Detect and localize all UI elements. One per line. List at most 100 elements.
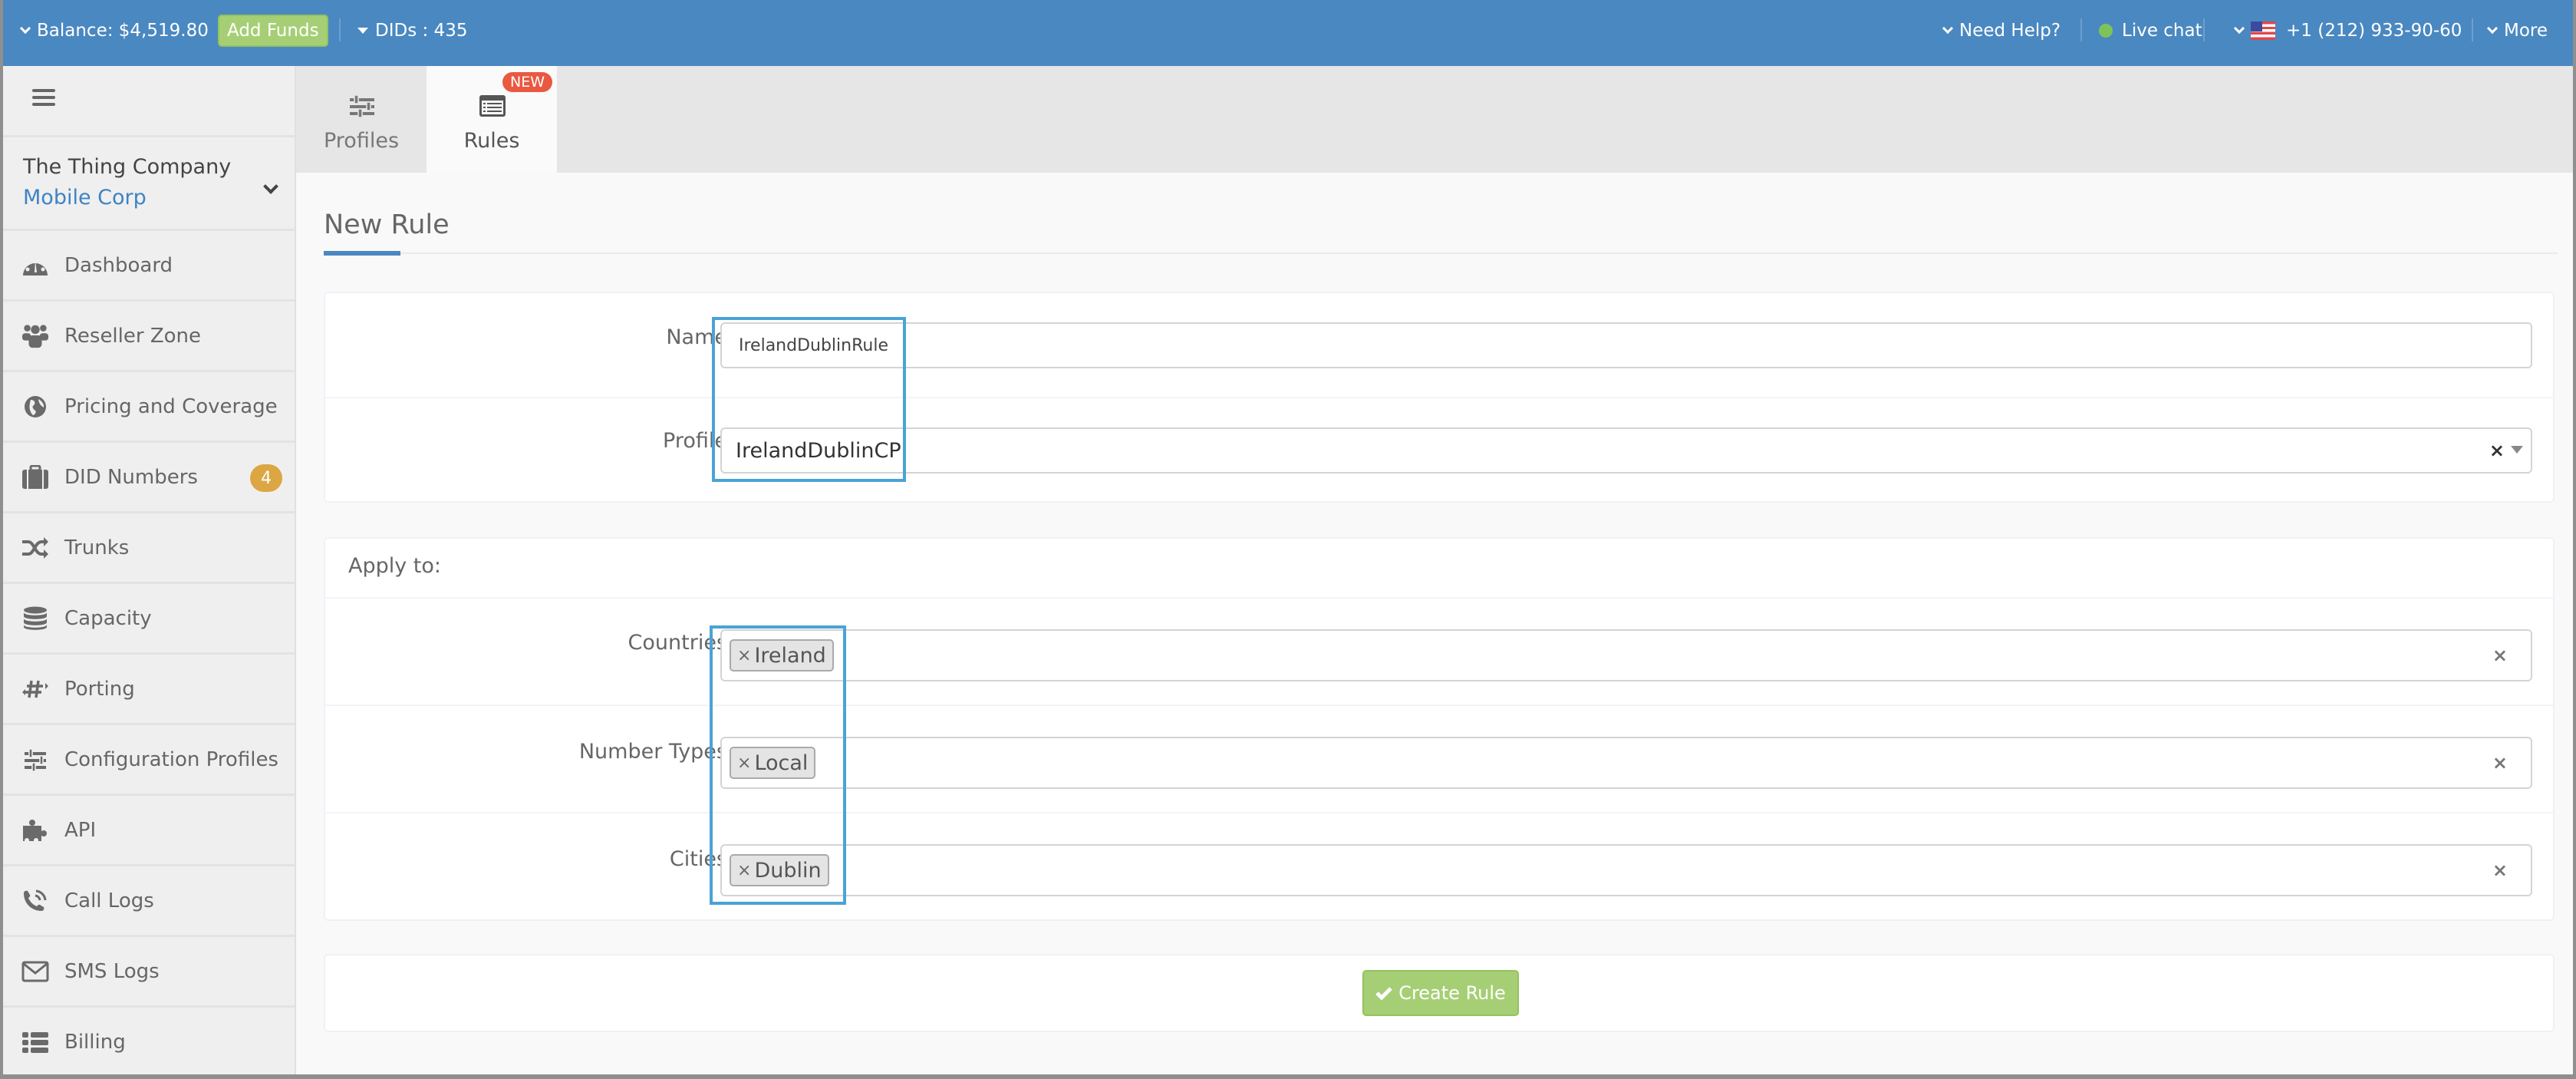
rule-details-panel: Name IrelandDublinRule Profile IrelandDu…: [324, 292, 2555, 503]
sidebar-item-label: Call Logs: [64, 889, 154, 912]
divider: [2080, 18, 2082, 41]
name-label: Name: [666, 325, 727, 349]
name-value: IrelandDublinRule: [739, 335, 888, 355]
database-icon: [21, 605, 49, 632]
divider: [3, 135, 295, 137]
sliders-icon: [350, 94, 374, 118]
envelope-icon: [21, 958, 49, 985]
chevron-down-icon: [19, 22, 31, 35]
globe-icon: [21, 393, 49, 421]
create-rule-button[interactable]: Create Rule: [1362, 970, 1519, 1016]
sidebar: The Thing Company Mobile Corp Dashboard …: [3, 66, 296, 1074]
create-rule-label: Create Rule: [1398, 982, 1506, 1004]
check-icon: [1375, 987, 1392, 1000]
sidebar-item-capacity[interactable]: Capacity: [3, 584, 295, 655]
tab-bar: Profiles NEW Rules: [296, 66, 2573, 173]
sidebar-item-label: Capacity: [64, 606, 152, 630]
more-dropdown[interactable]: More: [2486, 0, 2548, 61]
shuffle-icon: [21, 534, 49, 562]
balance-dropdown[interactable]: Balance: $4,519.80: [19, 0, 209, 61]
remove-tag-icon[interactable]: ×: [737, 754, 751, 773]
sidebar-item-reseller-zone[interactable]: Reseller Zone: [3, 302, 295, 372]
caret-down-icon: [357, 28, 368, 34]
cities-multiselect[interactable]: × Dublin ×: [720, 844, 2532, 896]
company-name: The Thing Company: [23, 155, 232, 179]
divider: [324, 252, 2558, 254]
hash-arrows-icon: [21, 675, 49, 703]
tag-label: Dublin: [754, 858, 822, 883]
tab-profiles[interactable]: Profiles: [296, 66, 427, 173]
users-icon: [21, 322, 49, 350]
need-help-label: Need Help?: [1959, 21, 2061, 41]
sidebar-item-label: Reseller Zone: [64, 324, 202, 348]
sidebar-item-pricing-and-coverage[interactable]: Pricing and Coverage: [3, 372, 295, 443]
clear-icon[interactable]: ×: [2492, 860, 2508, 881]
list-icon: [21, 1028, 49, 1056]
clear-icon[interactable]: ×: [2492, 752, 2508, 774]
number-types-row: Number Types × Local ×: [325, 706, 2553, 813]
sidebar-item-label: Configuration Profiles: [64, 747, 278, 771]
sidebar-item-label: DID Numbers: [64, 465, 198, 489]
sidebar-item-label: API: [64, 818, 97, 842]
tab-label: Rules: [463, 129, 520, 153]
profile-select[interactable]: IrelandDublinCP ×: [720, 427, 2532, 474]
sidebar-item-call-logs[interactable]: Call Logs: [3, 866, 295, 937]
live-chat-link[interactable]: Live chat: [2099, 0, 2202, 61]
countries-multiselect[interactable]: × Ireland ×: [720, 629, 2532, 681]
actions-panel: Create Rule: [324, 954, 2555, 1032]
sidebar-item-billing[interactable]: Billing: [3, 1008, 295, 1074]
title-underline: [324, 251, 400, 256]
hamburger-menu-icon[interactable]: [32, 89, 55, 106]
top-bar: Balance: $4,519.80 Add Funds DIDs : 435 …: [3, 0, 2573, 66]
number-types-multiselect[interactable]: × Local ×: [720, 737, 2532, 789]
chevron-down-icon[interactable]: [263, 179, 278, 194]
tag-label: Ireland: [754, 643, 826, 668]
clear-icon[interactable]: ×: [2492, 645, 2508, 666]
phone-dropdown[interactable]: +1 (212) 933-90-60: [2233, 0, 2462, 61]
number-types-label: Number Types: [578, 740, 727, 764]
company-switcher[interactable]: The Thing Company Mobile Corp: [23, 152, 231, 213]
need-help-dropdown[interactable]: Need Help?: [1942, 0, 2061, 61]
apply-to-label: Apply to:: [348, 554, 442, 578]
sidebar-item-label: Trunks: [64, 536, 130, 559]
sidebar-item-label: SMS Logs: [64, 959, 160, 983]
sliders-icon: [21, 746, 49, 774]
sidebar-item-api[interactable]: API: [3, 796, 295, 866]
list-alt-icon: [479, 95, 506, 117]
countries-label: Countries: [628, 631, 727, 655]
live-chat-label: Live chat: [2122, 21, 2202, 41]
sidebar-item-label: Billing: [64, 1030, 126, 1054]
sidebar-item-did-numbers[interactable]: DID Numbers 4: [3, 443, 295, 513]
page-title: New Rule: [324, 210, 450, 240]
app-window: Balance: $4,519.80 Add Funds DIDs : 435 …: [3, 0, 2573, 1074]
apply-to-panel: Apply to: Countries × Ireland × Number T…: [324, 537, 2555, 921]
name-input[interactable]: IrelandDublinRule: [720, 322, 2532, 368]
city-tag: × Dublin: [730, 854, 829, 886]
sidebar-item-label: Porting: [64, 677, 135, 701]
profile-selected-value: IrelandDublinCP: [736, 438, 901, 463]
number-type-tag: × Local: [730, 747, 816, 779]
sidebar-item-trunks[interactable]: Trunks: [3, 513, 295, 584]
remove-tag-icon[interactable]: ×: [737, 861, 751, 880]
sidebar-item-configuration-profiles[interactable]: Configuration Profiles: [3, 725, 295, 796]
dids-dropdown[interactable]: DIDs : 435: [357, 0, 467, 61]
tab-label: Profiles: [323, 129, 400, 153]
more-label: More: [2504, 21, 2548, 41]
sidebar-item-dashboard[interactable]: Dashboard: [3, 231, 295, 302]
dids-count: DIDs : 435: [375, 21, 468, 41]
caret-down-icon[interactable]: [2511, 446, 2523, 454]
briefcase-icon: [21, 464, 49, 491]
tab-rules[interactable]: NEW Rules: [427, 66, 557, 173]
country-tag: × Ireland: [730, 639, 834, 671]
phone-volume-icon: [21, 887, 49, 915]
company-subaccount: Mobile Corp: [23, 186, 147, 210]
add-funds-button[interactable]: Add Funds: [218, 15, 328, 47]
new-badge: NEW: [502, 72, 552, 92]
sidebar-item-sms-logs[interactable]: SMS Logs: [3, 937, 295, 1008]
did-numbers-count-badge: 4: [250, 464, 282, 492]
remove-tag-icon[interactable]: ×: [737, 646, 751, 665]
cities-row: Cities × Dublin ×: [325, 813, 2553, 921]
main-content: New Rule Name IrelandDublinRule Profile …: [296, 173, 2573, 1074]
sidebar-item-porting[interactable]: Porting: [3, 655, 295, 725]
clear-icon[interactable]: ×: [2489, 440, 2505, 461]
